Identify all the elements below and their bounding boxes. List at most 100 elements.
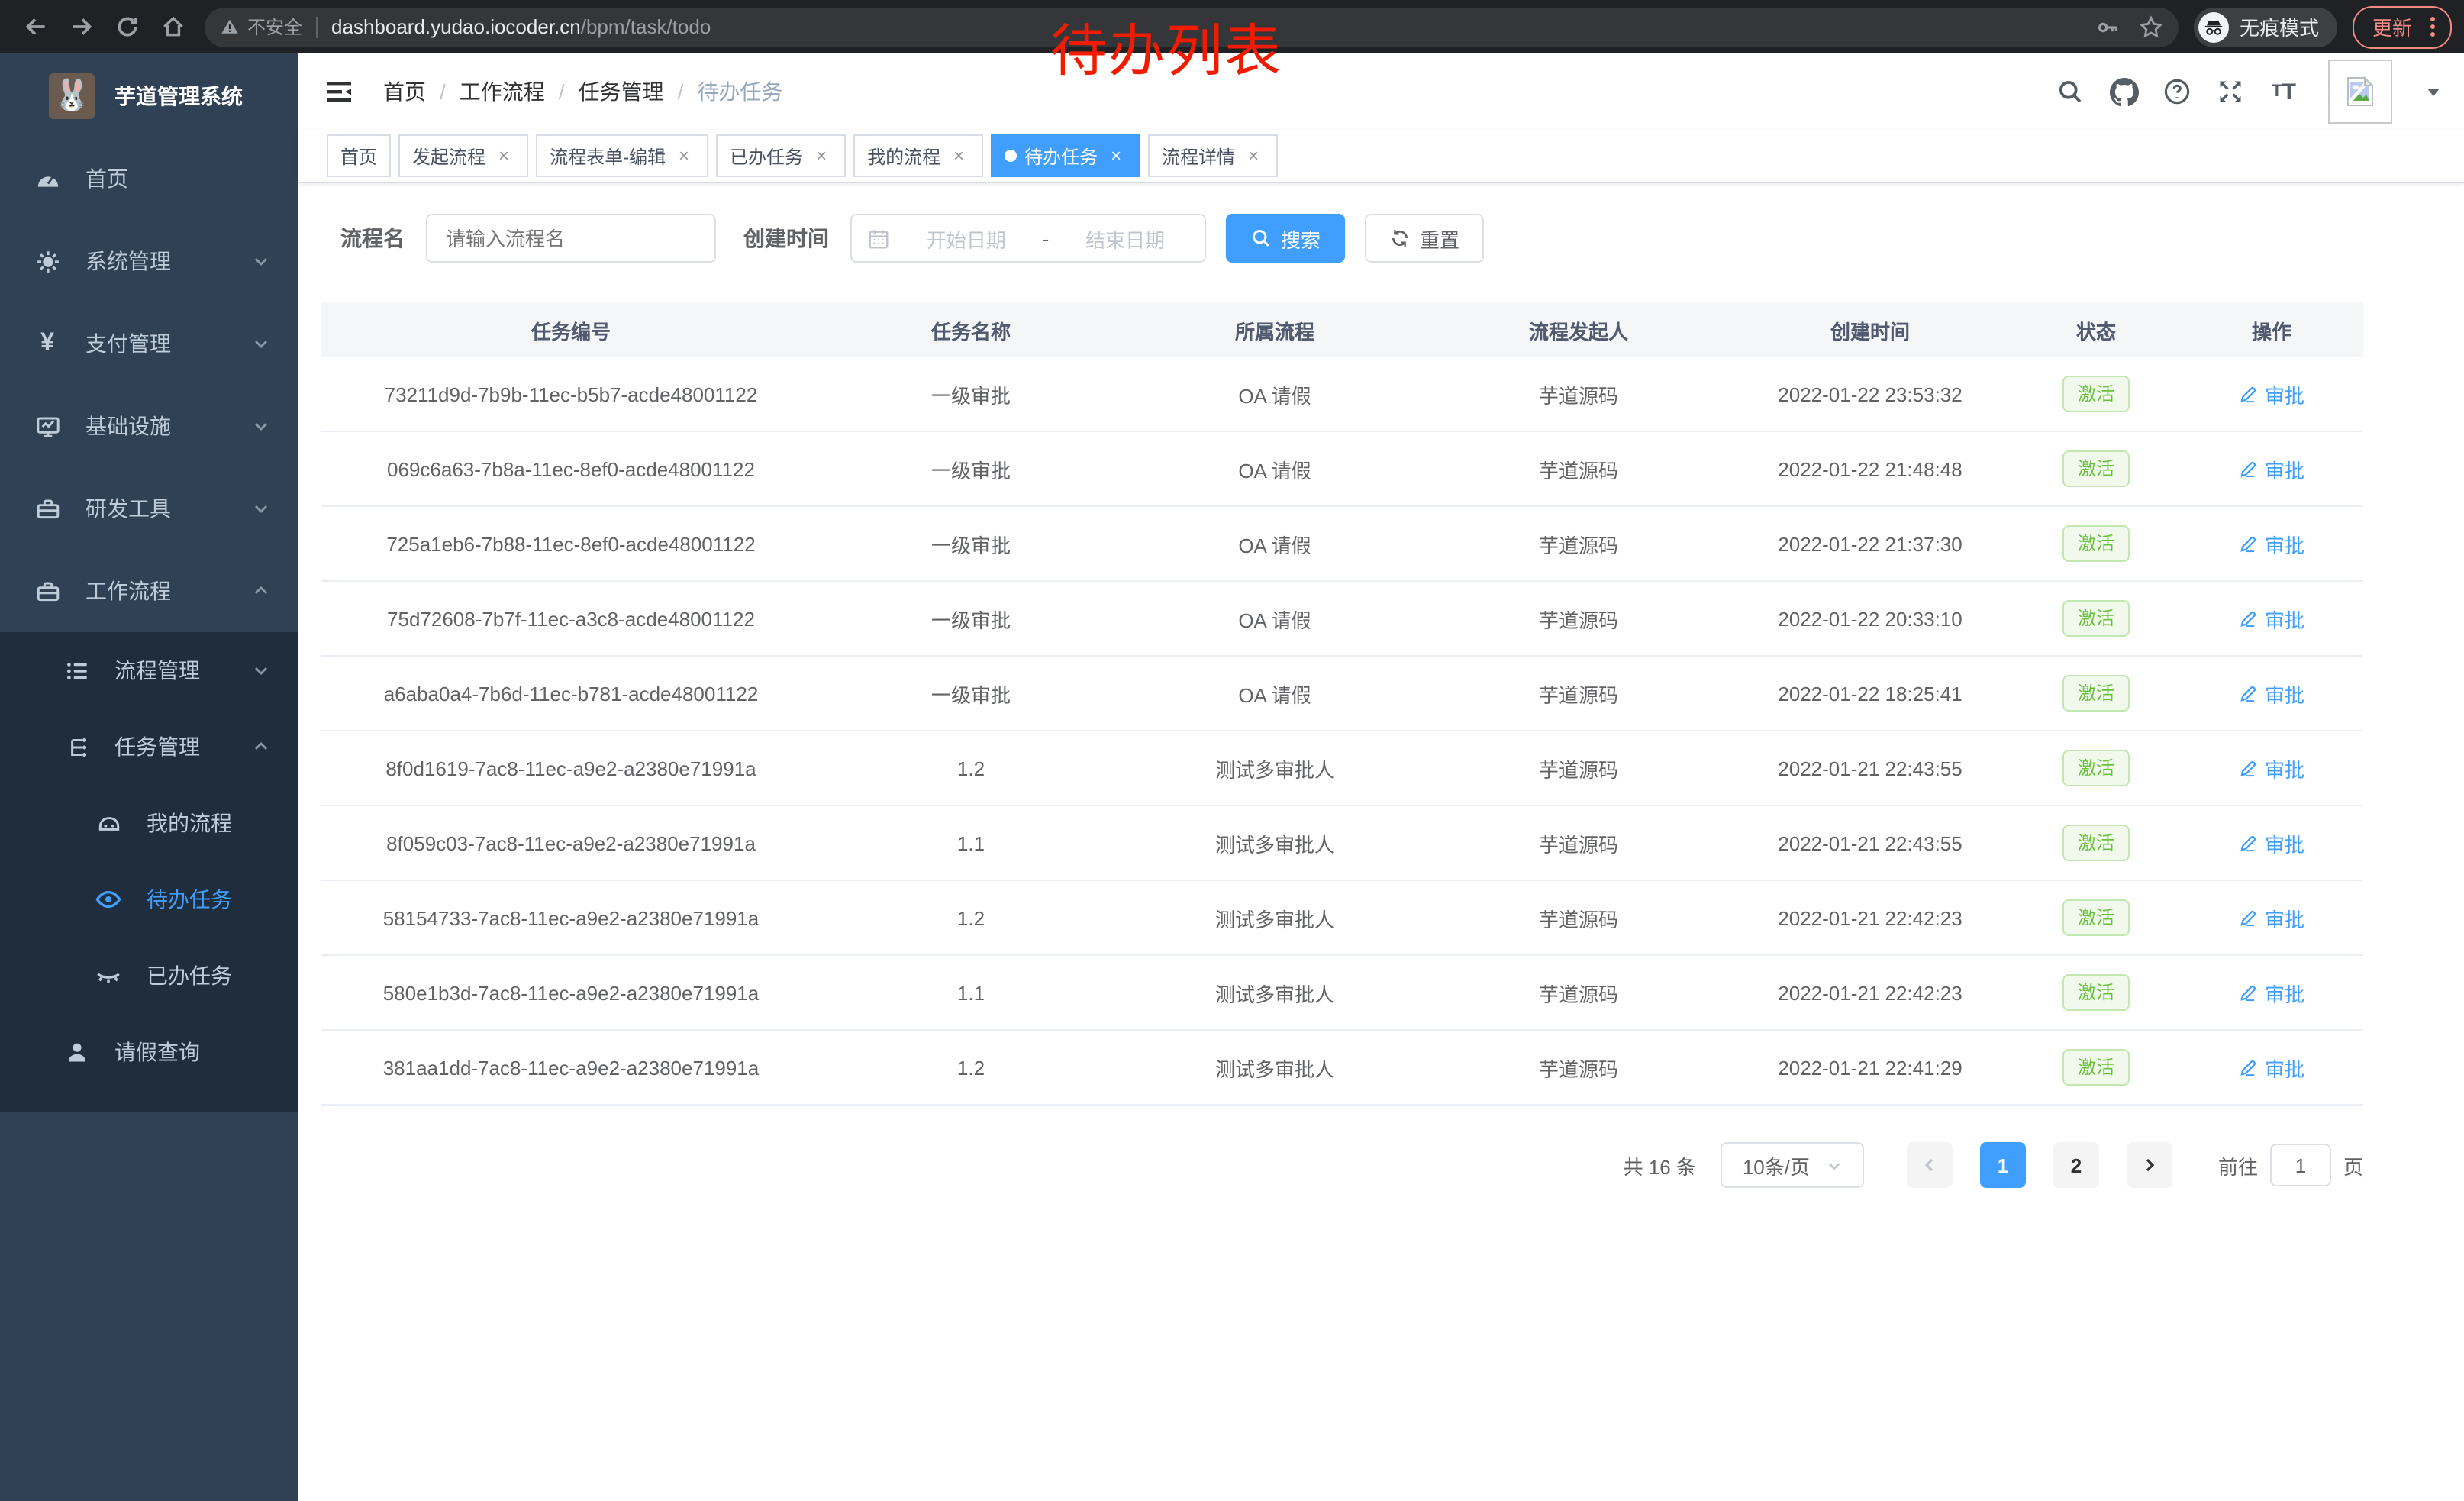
warning-icon — [220, 17, 240, 37]
tab-done-tasks[interactable]: 已办任务× — [716, 134, 846, 177]
cell-task-name: 1.2 — [821, 1030, 1121, 1105]
browser-menu-icon[interactable] — [2424, 17, 2441, 37]
sidebar-item-leave[interactable]: 请假查询 — [0, 1014, 298, 1090]
date-range-picker[interactable]: 开始日期 - 结束日期 — [850, 214, 1206, 263]
tab-form-edit[interactable]: 流程表单-编辑× — [536, 134, 708, 177]
sidebar-item-dev[interactable]: 研发工具 — [0, 467, 298, 550]
app-logo-row[interactable]: 🐰 芋道管理系统 — [0, 53, 298, 137]
close-icon[interactable]: × — [493, 145, 514, 166]
fullscreen-icon[interactable] — [2215, 76, 2246, 107]
cell-task-id: 725a1eb6-7b88-11ec-8ef0-acde48001122 — [321, 506, 821, 581]
key-icon[interactable] — [2096, 15, 2121, 39]
approve-link[interactable]: 审批 — [2239, 454, 2304, 483]
eye-icon — [95, 886, 122, 913]
search-button[interactable]: 搜索 — [1226, 214, 1345, 263]
chevron-down-icon — [252, 252, 270, 270]
page-1-button[interactable]: 1 — [1980, 1142, 2026, 1188]
bookmark-star-icon[interactable] — [2139, 15, 2163, 39]
cell-task-name: 1.1 — [821, 955, 1121, 1030]
security-status[interactable]: 不安全 — [220, 14, 302, 40]
sidebar: 🐰 芋道管理系统 首页 系统管理 ¥ 支付管理 基础设施 — [0, 53, 298, 1501]
avatar[interactable] — [2328, 60, 2392, 124]
cell-process: 测试多审批人 — [1121, 955, 1429, 1030]
tab-process-detail[interactable]: 流程详情× — [1148, 134, 1278, 177]
breadcrumb-task-mgmt[interactable]: 任务管理 — [579, 76, 664, 107]
avatar-caret-icon[interactable] — [2424, 82, 2443, 101]
breadcrumb-workflow[interactable]: 工作流程 — [460, 76, 545, 107]
approve-link[interactable]: 审批 — [2239, 978, 2304, 1007]
approve-link[interactable]: 审批 — [2239, 529, 2304, 558]
next-page-button[interactable] — [2127, 1142, 2172, 1188]
approve-link[interactable]: 审批 — [2239, 604, 2304, 633]
sidebar-item-system[interactable]: 系统管理 — [0, 220, 298, 302]
edit-pencil-icon — [2239, 758, 2259, 778]
annotation-title: 待办列表 — [1050, 20, 1282, 85]
tab-home[interactable]: 首页 — [327, 134, 391, 177]
page-size-select[interactable]: 10条/页 — [1721, 1142, 1864, 1188]
goto-page-input[interactable] — [2270, 1144, 2331, 1186]
cell-process: OA 请假 — [1121, 581, 1429, 656]
sidebar-item-process-mgmt[interactable]: 流程管理 — [0, 632, 298, 709]
prev-page-button[interactable] — [1907, 1142, 1953, 1188]
home-icon[interactable] — [150, 5, 195, 48]
close-icon[interactable]: × — [811, 145, 832, 166]
cell-process: 测试多审批人 — [1121, 880, 1429, 955]
github-icon[interactable] — [2108, 76, 2139, 107]
forward-icon[interactable] — [58, 5, 104, 48]
process-name-input[interactable] — [427, 227, 714, 250]
start-date-placeholder[interactable]: 开始日期 — [902, 224, 1030, 253]
reload-icon[interactable] — [104, 5, 150, 48]
collapse-sidebar-icon[interactable] — [319, 72, 359, 111]
close-icon[interactable]: × — [673, 145, 695, 166]
approve-link[interactable]: 审批 — [2239, 828, 2304, 857]
sidebar-item-task-mgmt[interactable]: 任务管理 — [0, 709, 298, 785]
approve-link[interactable]: 审批 — [2239, 1053, 2304, 1082]
cell-process: 测试多审批人 — [1121, 805, 1429, 880]
sidebar-item-my-process[interactable]: 我的流程 — [0, 785, 298, 861]
cell-process: OA 请假 — [1121, 506, 1429, 581]
cell-starter: 芋道源码 — [1429, 581, 1728, 656]
tab-todo-tasks[interactable]: 待办任务× — [991, 134, 1140, 177]
back-icon[interactable] — [12, 5, 58, 48]
close-icon[interactable]: × — [948, 145, 969, 166]
sidebar-item-done[interactable]: 已办任务 — [0, 938, 298, 1014]
browser-update-button[interactable]: 更新 — [2353, 5, 2452, 48]
pagination: 共 16 条 10条/页 1 2 前往 页 — [321, 1142, 2363, 1188]
breadcrumb-home[interactable]: 首页 — [383, 76, 426, 107]
sidebar-item-pay[interactable]: ¥ 支付管理 — [0, 302, 298, 385]
approve-link[interactable]: 审批 — [2239, 379, 2304, 408]
sidebar-item-home[interactable]: 首页 — [0, 137, 298, 220]
cell-task-id: a6aba0a4-7b6d-11ec-b781-acde48001122 — [321, 656, 821, 731]
page-2-button[interactable]: 2 — [2053, 1142, 2099, 1188]
table-row: 381aa1dd-7ac8-11ec-a9e2-a2380e71991a 1.2… — [321, 1030, 2363, 1105]
tab-start-process[interactable]: 发起流程× — [398, 134, 528, 177]
calendar-icon — [867, 227, 890, 250]
chevron-right-icon — [2140, 1156, 2159, 1174]
status-badge: 激活 — [2062, 375, 2130, 413]
app-header: 首页 / 工作流程 / 任务管理 / 待办任务 — [298, 53, 2464, 130]
chevron-down-icon — [252, 661, 270, 679]
cell-starter: 芋道源码 — [1429, 805, 1728, 880]
sidebar-item-workflow[interactable]: 工作流程 — [0, 550, 298, 632]
approve-link[interactable]: 审批 — [2239, 903, 2304, 932]
edit-pencil-icon — [2239, 608, 2259, 628]
approve-link[interactable]: 审批 — [2239, 754, 2304, 783]
tab-my-process[interactable]: 我的流程× — [853, 134, 983, 177]
sidebar-item-infra[interactable]: 基础设施 — [0, 385, 298, 467]
cell-task-name: 1.2 — [821, 731, 1121, 805]
help-icon[interactable] — [2162, 76, 2192, 107]
search-icon[interactable] — [2055, 76, 2085, 107]
end-date-placeholder[interactable]: 结束日期 — [1061, 224, 1189, 253]
table-row: 73211d9d-7b9b-11ec-b5b7-acde48001122 一级审… — [321, 357, 2363, 431]
sidebar-item-todo[interactable]: 待办任务 — [0, 861, 298, 938]
reset-button[interactable]: 重置 — [1365, 214, 1484, 263]
font-size-icon[interactable]: TT — [2269, 76, 2299, 107]
close-icon[interactable]: × — [1243, 145, 1264, 166]
cell-action: 审批 — [2180, 955, 2363, 1030]
todo-task-table: 任务编号 任务名称 所属流程 流程发起人 创建时间 状态 操作 73211d9d… — [321, 302, 2363, 1106]
approve-link[interactable]: 审批 — [2239, 679, 2304, 708]
close-icon[interactable]: × — [1105, 145, 1127, 166]
cell-action: 审批 — [2180, 805, 2363, 880]
cell-create-time: 2022-01-21 22:41:29 — [1728, 1030, 2012, 1105]
table-header-row: 任务编号 任务名称 所属流程 流程发起人 创建时间 状态 操作 — [321, 302, 2363, 357]
